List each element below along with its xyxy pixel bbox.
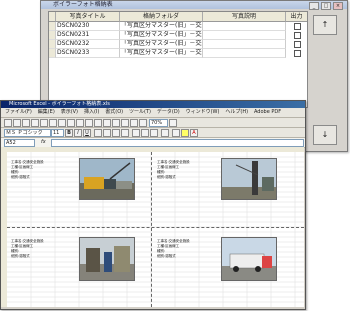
- open-icon[interactable]: [13, 119, 21, 127]
- borders-icon[interactable]: [172, 129, 180, 137]
- font-color-icon[interactable]: A: [190, 129, 198, 137]
- row-selector[interactable]: [49, 49, 56, 58]
- row-title[interactable]: DSCN0231: [56, 31, 120, 40]
- italic-icon[interactable]: I: [74, 129, 82, 137]
- menu-edit[interactable]: 編集(E): [38, 108, 55, 117]
- photo-note: 工事名:交通安全施設 工種:区画線工 種別: 細別:溶融式: [157, 160, 190, 179]
- menu-adobe-pdf[interactable]: Adobe PDF: [254, 108, 281, 117]
- construction-photo: [79, 237, 135, 281]
- row-title[interactable]: DSCN0233: [56, 49, 120, 58]
- menu-data[interactable]: データ(D): [157, 108, 180, 117]
- align-right-icon[interactable]: [112, 129, 120, 137]
- percent-icon[interactable]: [141, 129, 149, 137]
- copy-icon[interactable]: [67, 119, 75, 127]
- indent-icon[interactable]: [161, 129, 169, 137]
- photo-grid: 写真タイトル 格納フォルダ 写真説明 出力 DSCN0230 「写真区分マスター…: [48, 11, 308, 108]
- format-toolbar: ＭＳ Ｐゴシック 11 B I U A: [1, 128, 305, 138]
- align-left-icon[interactable]: [94, 129, 102, 137]
- close-button[interactable]: ×: [333, 2, 343, 10]
- bold-icon[interactable]: B: [65, 129, 73, 137]
- row-desc[interactable]: [203, 31, 286, 40]
- fill-color-icon[interactable]: [181, 129, 189, 137]
- move-up-button[interactable]: ↑: [313, 15, 337, 35]
- row-selector[interactable]: [49, 40, 56, 49]
- drawing-icon[interactable]: [139, 119, 147, 127]
- row-desc[interactable]: [203, 22, 286, 31]
- redo-icon[interactable]: [94, 119, 102, 127]
- output-checkbox[interactable]: [294, 32, 301, 39]
- autosum-icon[interactable]: [112, 119, 120, 127]
- underline-icon[interactable]: U: [83, 129, 91, 137]
- menu-view[interactable]: 表示(V): [61, 108, 78, 117]
- output-checkbox[interactable]: [294, 23, 301, 30]
- row-title[interactable]: DSCN0232: [56, 40, 120, 49]
- excel-title: Microsoft Excel - ボイラーフォト格納表.xls: [9, 101, 110, 107]
- move-down-button[interactable]: ↓: [313, 125, 337, 145]
- page-break: [7, 227, 304, 228]
- row-desc[interactable]: [203, 40, 286, 49]
- minimize-button[interactable]: _: [309, 2, 319, 10]
- construction-photo: [79, 158, 135, 200]
- menu-window[interactable]: ウィンドウ(W): [186, 108, 220, 117]
- photo-note: 工事名:交通安全施設 工種:区画線工 種別: 細別:溶融式: [157, 239, 190, 258]
- construction-photo: [221, 237, 277, 281]
- font-size-select[interactable]: 11: [51, 129, 64, 137]
- undo-icon[interactable]: [85, 119, 93, 127]
- row-selector[interactable]: [49, 22, 56, 31]
- col-header-folder[interactable]: 格納フォルダ: [120, 12, 203, 22]
- formula-input[interactable]: [51, 139, 304, 147]
- excel-titlebar: Microsoft Excel - ボイラーフォト格納表.xls: [1, 101, 305, 108]
- output-checkbox[interactable]: [294, 41, 301, 48]
- photo-note: 工事名:交通安全施設 工種:区画線工 種別: 細別:溶融式: [11, 160, 44, 179]
- save-icon[interactable]: [22, 119, 30, 127]
- row-selector[interactable]: [49, 31, 56, 40]
- row-folder[interactable]: 「写真区分マスター(旧」－交通: [120, 31, 203, 40]
- menu-format[interactable]: 書式(O): [105, 108, 123, 117]
- col-header-output[interactable]: 出力: [286, 12, 307, 22]
- font-name-select[interactable]: ＭＳ Ｐゴシック: [4, 129, 51, 137]
- cut-icon[interactable]: [58, 119, 66, 127]
- photo-note: 工事名:交通安全施設 工種:区画線工 種別: 細別:溶融式: [11, 239, 44, 258]
- excel-window: Microsoft Excel - ボイラーフォト格納表.xls ファイル(F)…: [0, 100, 306, 310]
- row-folder[interactable]: 「写真区分マスター(旧」－交通: [120, 49, 203, 58]
- name-box[interactable]: A52: [4, 139, 35, 147]
- preview-icon[interactable]: [40, 119, 48, 127]
- currency-icon[interactable]: [132, 129, 140, 137]
- col-header-desc[interactable]: 写真説明: [203, 12, 286, 22]
- construction-photo: [221, 158, 277, 200]
- new-icon[interactable]: [4, 119, 12, 127]
- dialog-title: ボイラーフォト格納表: [53, 1, 113, 8]
- menu-bar: ファイル(F) 編集(E) 表示(V) 挿入(I) 書式(O) ツール(T) デ…: [1, 108, 305, 118]
- zoom-select[interactable]: 70%: [149, 119, 168, 127]
- chart-icon[interactable]: [130, 119, 138, 127]
- menu-help[interactable]: ヘルプ(H): [225, 108, 248, 117]
- row-folder[interactable]: 「写真区分マスター(旧」－交通: [120, 40, 203, 49]
- row-folder[interactable]: 「写真区分マスター(旧」－交通: [120, 22, 203, 31]
- page-break: [151, 152, 152, 307]
- grid-corner: [49, 12, 56, 22]
- menu-tools[interactable]: ツール(T): [129, 108, 151, 117]
- merge-icon[interactable]: [121, 129, 129, 137]
- dialog-titlebar: ボイラーフォト格納表 _ □ ×: [41, 1, 347, 10]
- hyperlink-icon[interactable]: [103, 119, 111, 127]
- menu-file[interactable]: ファイル(F): [5, 108, 32, 117]
- spell-icon[interactable]: [49, 119, 57, 127]
- align-center-icon[interactable]: [103, 129, 111, 137]
- maximize-button[interactable]: □: [321, 2, 331, 10]
- col-header-title[interactable]: 写真タイトル: [56, 12, 120, 22]
- comma-icon[interactable]: [150, 129, 158, 137]
- print-icon[interactable]: [31, 119, 39, 127]
- worksheet[interactable]: 工事名:交通安全施設 工種:区画線工 種別: 細別:溶融式 工事名:交通安全施設…: [1, 147, 304, 307]
- output-checkbox[interactable]: [294, 50, 301, 57]
- menu-insert[interactable]: 挿入(I): [84, 108, 99, 117]
- help-icon[interactable]: [169, 119, 177, 127]
- sort-icon[interactable]: [121, 119, 129, 127]
- row-title[interactable]: DSCN0230: [56, 22, 120, 31]
- standard-toolbar: 70%: [1, 118, 305, 128]
- paste-icon[interactable]: [76, 119, 84, 127]
- fx-label: fx: [41, 139, 46, 145]
- row-desc[interactable]: [203, 49, 286, 58]
